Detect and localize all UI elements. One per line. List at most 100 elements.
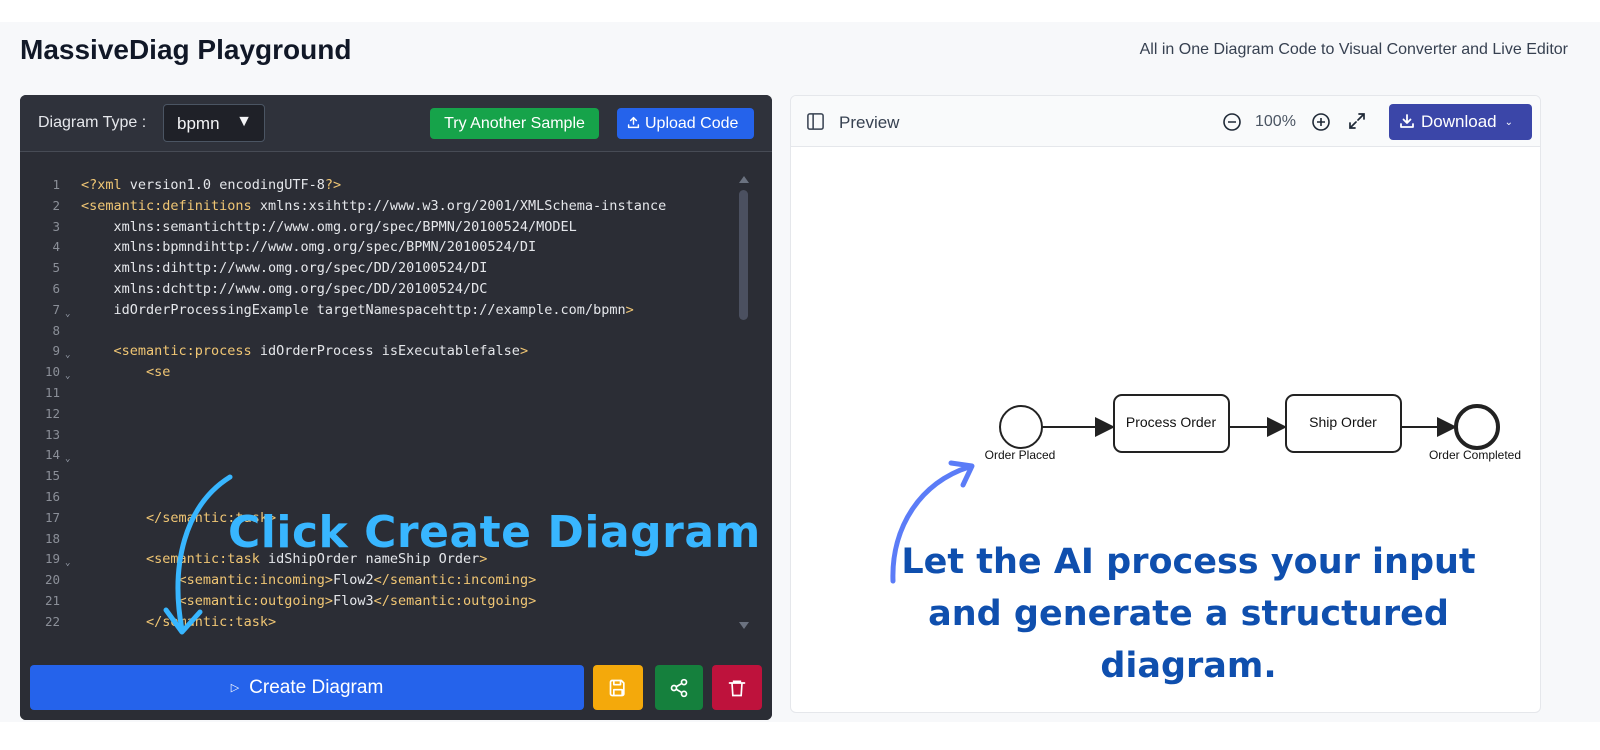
code-line[interactable]: 21 <semantic:outgoing>Flow3</semantic:ou… <box>20 591 735 612</box>
code-line[interactable]: 11 <box>20 383 735 404</box>
line-number: 15 <box>44 468 60 484</box>
code-line[interactable]: 22 </semantic:task> <box>20 612 735 633</box>
fullscreen-icon[interactable] <box>1347 111 1367 131</box>
code-text: xmlns:dihttp://www.omg.org/spec/DD/20100… <box>81 260 488 277</box>
diagram-type-label: Diagram Type : <box>38 114 147 131</box>
editor-toolbar: Diagram Type : bpmn ▼ Try Another Sample… <box>20 95 772 152</box>
code-text: <?xml version1.0 encodingUTF-8?> <box>81 177 342 193</box>
code-line[interactable]: 4 xmlns:bpmndihttp://www.omg.org/spec/BP… <box>20 237 735 258</box>
diagram-type-value: bpmn <box>177 114 220 133</box>
create-diagram-label: Create Diagram <box>249 677 384 698</box>
code-area[interactable]: 1 <?xml version1.0 encodingUTF-8?> 2 <seman… <box>20 175 735 635</box>
code-line[interactable]: 9 ⌄ <semantic:process idOrderProcess isEx… <box>20 341 735 362</box>
line-number: 18 <box>44 530 60 546</box>
line-number: 22 <box>44 613 60 629</box>
line-number: 17 <box>44 509 60 525</box>
code-line[interactable]: 16 <box>20 487 735 508</box>
ai-process-caption: Let the AI process your input and genera… <box>901 542 1476 686</box>
code-line[interactable]: 2 <semantic:definitions xmlns:xsihttp://w… <box>20 196 735 217</box>
line-number: 16 <box>44 488 60 504</box>
line-number: 1 <box>52 177 60 192</box>
code-text: <semantic:definitions xmlns:xsihttp://ww… <box>81 197 667 214</box>
end-event-label: Order Completed <box>1429 448 1521 462</box>
zoom-level: 100% <box>1255 113 1296 130</box>
line-number: 19 <box>44 551 60 567</box>
trash-icon <box>728 680 746 696</box>
task-process-order-label: Process Order <box>1126 414 1217 430</box>
play-icon: ▷ <box>230 682 240 694</box>
code-text: xmlns:semantichttp://www.omg.org/spec/BP… <box>81 218 577 235</box>
save-icon <box>609 679 625 696</box>
end-event[interactable] <box>1454 404 1500 450</box>
code-text: <semantic:process idOrderProcess isExecu… <box>113 343 529 360</box>
code-text: <semantic:incoming>Flow2</semantic:incom… <box>178 572 537 589</box>
line-number: 8 <box>52 322 60 338</box>
code-line[interactable]: 5 xmlns:dihttp://www.omg.org/spec/DD/201… <box>20 258 735 279</box>
code-line[interactable]: 14 ⌄ <box>20 445 735 466</box>
code-line[interactable]: 12 <box>20 404 735 425</box>
zoom-out-icon[interactable] <box>1222 112 1242 132</box>
line-number: 14 <box>44 447 60 463</box>
code-line[interactable]: 20 <semantic:incoming>Flow2</semantic:in… <box>20 570 735 591</box>
task-ship-order-label: Ship Order <box>1309 414 1377 430</box>
zoom-in-icon[interactable] <box>1311 112 1331 132</box>
code-line[interactable]: 10 ⌄ <se <box>20 362 735 383</box>
line-number: 9 <box>52 343 60 359</box>
scrollbar-thumb[interactable] <box>739 190 748 320</box>
line-number: 4 <box>52 239 60 255</box>
line-number: 20 <box>44 572 60 588</box>
scroll-down-arrow-icon[interactable] <box>738 621 750 631</box>
line-number: 5 <box>52 260 60 276</box>
caret-down-icon: ▼ <box>236 113 252 130</box>
start-event-label: Order Placed <box>985 448 1056 462</box>
sidebar-toggle-icon[interactable] <box>806 112 825 131</box>
code-line[interactable]: 3 xmlns:semantichttp://www.omg.org/spec/… <box>20 217 735 238</box>
code-editor-panel: Diagram Type : bpmn ▼ Try Another Sample… <box>20 95 772 720</box>
upload-code-button[interactable]: Upload Code <box>617 108 754 139</box>
line-number: 13 <box>44 426 60 442</box>
page: MassiveDiag Playground All in One Diagra… <box>0 22 1600 722</box>
share-button[interactable] <box>655 665 703 710</box>
download-label: Download <box>1421 112 1497 131</box>
download-icon <box>1400 114 1414 128</box>
upload-code-label: Upload Code <box>645 115 739 132</box>
preview-panel: Preview 100% Download ⌄ Process Order Shi… <box>790 95 1541 713</box>
code-line[interactable]: 8 <box>20 321 735 342</box>
code-text: <semantic:outgoing>Flow3</semantic:outgo… <box>178 592 537 609</box>
upload-icon <box>627 116 640 129</box>
delete-button[interactable] <box>712 665 762 710</box>
line-number: 11 <box>44 384 60 400</box>
scroll-up-arrow-icon[interactable] <box>738 174 750 184</box>
create-diagram-button[interactable]: ▷ Create Diagram <box>30 665 584 710</box>
save-button[interactable] <box>593 665 643 710</box>
code-text: <se <box>146 364 171 381</box>
start-event[interactable] <box>999 405 1043 449</box>
code-text: xmlns:dchttp://www.omg.org/spec/DD/20100… <box>81 280 488 297</box>
code-line[interactable]: 13 <box>20 425 735 446</box>
diagram-type-select[interactable]: bpmn ▼ <box>163 104 265 142</box>
code-text: idOrderProcessingExample targetNamespace… <box>81 301 634 318</box>
try-another-sample-button[interactable]: Try Another Sample <box>430 108 599 139</box>
preview-header: Preview 100% Download ⌄ <box>791 96 1540 147</box>
line-number: 6 <box>52 280 60 296</box>
editor-action-bar: ▷ Create Diagram <box>20 655 772 720</box>
download-button[interactable]: Download ⌄ <box>1389 104 1532 140</box>
code-line[interactable]: 1 <?xml version1.0 encodingUTF-8?> <box>20 175 735 196</box>
preview-label: Preview <box>839 113 900 132</box>
line-number: 21 <box>44 592 60 608</box>
code-line[interactable]: 15 <box>20 466 735 487</box>
line-number: 12 <box>44 405 60 421</box>
page-title: MassiveDiag Playground <box>20 34 352 65</box>
code-text: </semantic:task> <box>146 613 277 630</box>
chevron-down-icon: ⌄ <box>1504 117 1513 128</box>
code-line[interactable]: 7 ⌄ idOrderProcessingExample targetNamesp… <box>20 300 735 321</box>
line-number: 10 <box>44 364 60 380</box>
code-line[interactable]: 6 xmlns:dchttp://www.omg.org/spec/DD/201… <box>20 279 735 300</box>
code-text: xmlns:bpmndihttp://www.omg.org/spec/BPMN… <box>81 239 537 256</box>
page-subtitle: All in One Diagram Code to Visual Conver… <box>1139 41 1568 58</box>
line-number: 3 <box>52 218 60 234</box>
share-icon <box>670 678 688 697</box>
line-number: 2 <box>52 197 60 213</box>
